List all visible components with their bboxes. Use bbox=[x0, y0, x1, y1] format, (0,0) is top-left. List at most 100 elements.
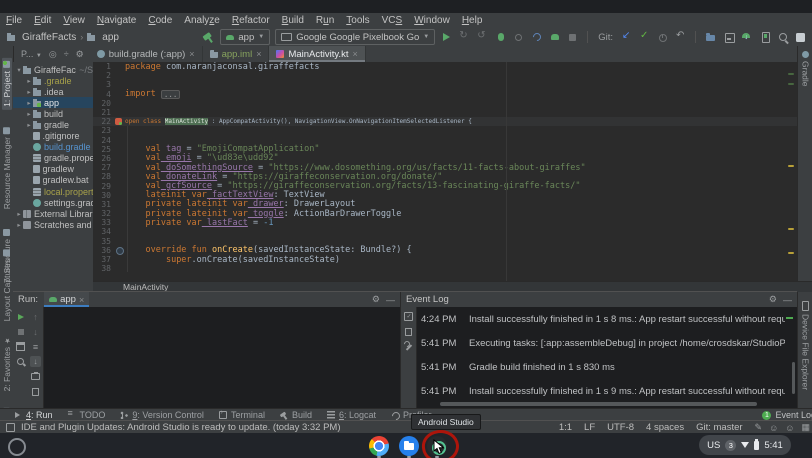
menu-analyze[interactable]: Analyze bbox=[184, 15, 220, 26]
code-line[interactable]: 3 bbox=[93, 80, 797, 89]
folders-icon[interactable] bbox=[704, 31, 717, 44]
tool-window-button-build[interactable]: Build bbox=[280, 410, 312, 420]
code-line[interactable]: 1package com.naranjaconsal.giraffefacts bbox=[93, 62, 797, 71]
smiley-icon[interactable]: ☺ bbox=[769, 423, 778, 433]
chrome-app-icon[interactable] bbox=[369, 436, 389, 456]
clear-icon[interactable] bbox=[30, 386, 41, 397]
tree-item-gradlew-bat[interactable]: gradlew.bat bbox=[13, 175, 93, 186]
update-icon[interactable] bbox=[620, 31, 633, 44]
code-line[interactable]: 21 bbox=[93, 108, 797, 117]
close-icon[interactable]: × bbox=[79, 295, 84, 305]
override-gutter-icon[interactable] bbox=[113, 246, 125, 255]
code-line[interactable]: 20 bbox=[93, 99, 797, 108]
code-line[interactable]: 33 private var lastFact = -1 bbox=[93, 218, 797, 227]
menu-help[interactable]: Help bbox=[462, 15, 483, 26]
status-lf[interactable]: LF bbox=[584, 422, 595, 433]
window-icon[interactable] bbox=[794, 31, 807, 44]
rerun-icon[interactable] bbox=[15, 311, 26, 322]
run-tab-app[interactable]: app × bbox=[44, 292, 89, 307]
wrench-icon[interactable] bbox=[403, 341, 414, 352]
scrollend-icon[interactable] bbox=[30, 356, 41, 367]
sdk-icon[interactable] bbox=[740, 31, 753, 44]
layout-icon[interactable] bbox=[15, 341, 26, 352]
minimize-icon[interactable]: — bbox=[386, 295, 395, 305]
tool-window-button-todo[interactable]: TODO bbox=[68, 410, 106, 420]
class-gutter-icon[interactable] bbox=[113, 117, 125, 126]
breadcrumb-project[interactable]: GiraffeFacts bbox=[22, 32, 76, 43]
status-git-master[interactable]: Git: master bbox=[696, 422, 742, 433]
menu-navigate[interactable]: Navigate bbox=[97, 15, 136, 26]
stop-icon[interactable] bbox=[566, 31, 579, 44]
status-utf-8[interactable]: UTF-8 bbox=[607, 422, 634, 433]
tree-item-settings-gradle[interactable]: settings.gradle bbox=[13, 197, 93, 208]
code-line[interactable]: 2 bbox=[93, 71, 797, 80]
tree-item-gradle[interactable]: ▸.gradle bbox=[13, 75, 93, 86]
menu-build[interactable]: Build bbox=[282, 15, 304, 26]
close-icon[interactable]: × bbox=[189, 49, 194, 59]
coverage-icon[interactable] bbox=[512, 31, 525, 44]
status-1-1[interactable]: 1:1 bbox=[559, 422, 572, 433]
apply-changes-icon[interactable] bbox=[458, 31, 471, 44]
close-icon[interactable]: × bbox=[352, 49, 357, 59]
attach-icon[interactable] bbox=[548, 31, 561, 44]
pen-icon[interactable]: ✎ bbox=[755, 422, 763, 433]
tree-item-scratches-and-consoles[interactable]: ▸Scratches and Consoles bbox=[13, 219, 93, 230]
locate-file-icon[interactable]: ◎ bbox=[49, 49, 57, 60]
code-line[interactable]: 37 super.onCreate(savedInstanceState) bbox=[93, 255, 797, 264]
pin-icon[interactable] bbox=[15, 356, 26, 367]
launcher-button[interactable] bbox=[8, 438, 26, 456]
close-icon[interactable]: × bbox=[256, 49, 261, 59]
apply-code-icon[interactable] bbox=[476, 31, 489, 44]
build-hammer-icon[interactable] bbox=[202, 31, 215, 44]
indicator-icon[interactable]: ▦ bbox=[801, 422, 810, 433]
tree-item-giraffefacts[interactable]: ▾GiraffeFacts~/S bbox=[13, 64, 93, 75]
wrap-icon[interactable] bbox=[30, 341, 41, 352]
tree-item-idea[interactable]: ▸.idea bbox=[13, 86, 93, 97]
code-line[interactable]: 23 bbox=[93, 126, 797, 135]
status-message[interactable]: IDE and Plugin Updates: Android Studio i… bbox=[21, 422, 341, 433]
menu-refactor[interactable]: Refactor bbox=[232, 15, 270, 26]
tool-window-stripe-gradle[interactable]: Gradle bbox=[801, 51, 811, 87]
menu-view[interactable]: View bbox=[63, 15, 85, 26]
stop-icon[interactable] bbox=[15, 326, 26, 337]
tree-item-app[interactable]: ▸app bbox=[13, 97, 93, 108]
tool-window-stripe-resource-manager[interactable]: Resource Manager bbox=[2, 124, 12, 212]
project-view-dropdown[interactable]: P... ▼ bbox=[21, 49, 42, 59]
menu-edit[interactable]: Edit bbox=[34, 15, 51, 26]
tab-build-gradle-app[interactable]: build.gradle (:app)× bbox=[90, 46, 203, 62]
code-line[interactable]: 22open class MainActivity : AppCompatAct… bbox=[93, 117, 797, 126]
device-dropdown[interactable]: Google Google Pixelbook Go▼ bbox=[275, 29, 435, 45]
tree-item-gitignore[interactable]: .gitignore bbox=[13, 131, 93, 142]
smiley-icon[interactable]: ☺ bbox=[785, 423, 794, 433]
trash-icon[interactable] bbox=[403, 326, 414, 337]
tree-item-build-gradle[interactable]: build.gradle bbox=[13, 142, 93, 153]
up-icon[interactable] bbox=[30, 311, 41, 322]
structure-icon[interactable] bbox=[722, 31, 735, 44]
menu-file[interactable]: File bbox=[6, 15, 22, 26]
revert-icon[interactable] bbox=[674, 31, 687, 44]
tree-item-external-libraries[interactable]: ▸External Libraries bbox=[13, 208, 93, 219]
settings-gear-icon[interactable]: ⚙ bbox=[769, 294, 777, 305]
files-app-icon[interactable] bbox=[399, 436, 419, 456]
tool-window-stripe-2-favorites[interactable]: 2: Favorites bbox=[2, 334, 12, 394]
tab-app-iml[interactable]: app.iml× bbox=[203, 46, 270, 62]
print-icon[interactable] bbox=[30, 371, 41, 382]
profiler-icon[interactable] bbox=[530, 31, 543, 44]
vertical-scrollbar[interactable] bbox=[792, 362, 795, 394]
run-play-icon[interactable] bbox=[440, 31, 453, 44]
code-line[interactable]: 34 bbox=[93, 227, 797, 236]
tab-mainactivity-kt[interactable]: MainActivity.kt× bbox=[269, 46, 365, 62]
code-line[interactable]: 4import ... bbox=[93, 90, 797, 99]
breadcrumb-module[interactable]: app bbox=[102, 32, 119, 43]
tree-item-gradle-properties[interactable]: gradle.properties bbox=[13, 153, 93, 164]
debug-icon[interactable] bbox=[494, 31, 507, 44]
tool-window-stripe-1-project[interactable]: 1: Project bbox=[2, 58, 12, 110]
menu-vcs[interactable]: VCS bbox=[382, 15, 403, 26]
tool-window-button-terminal[interactable]: Terminal bbox=[219, 410, 265, 420]
menu-tools[interactable]: Tools bbox=[346, 15, 369, 26]
settings-gear-icon[interactable]: ⚙ bbox=[372, 294, 380, 305]
menu-code[interactable]: Code bbox=[148, 15, 172, 26]
code-editor[interactable]: 1package com.naranjaconsal.giraffefacts2… bbox=[93, 62, 797, 281]
tree-item-local-properties[interactable]: local.properties bbox=[13, 186, 93, 197]
horizontal-scrollbar[interactable] bbox=[440, 402, 757, 406]
